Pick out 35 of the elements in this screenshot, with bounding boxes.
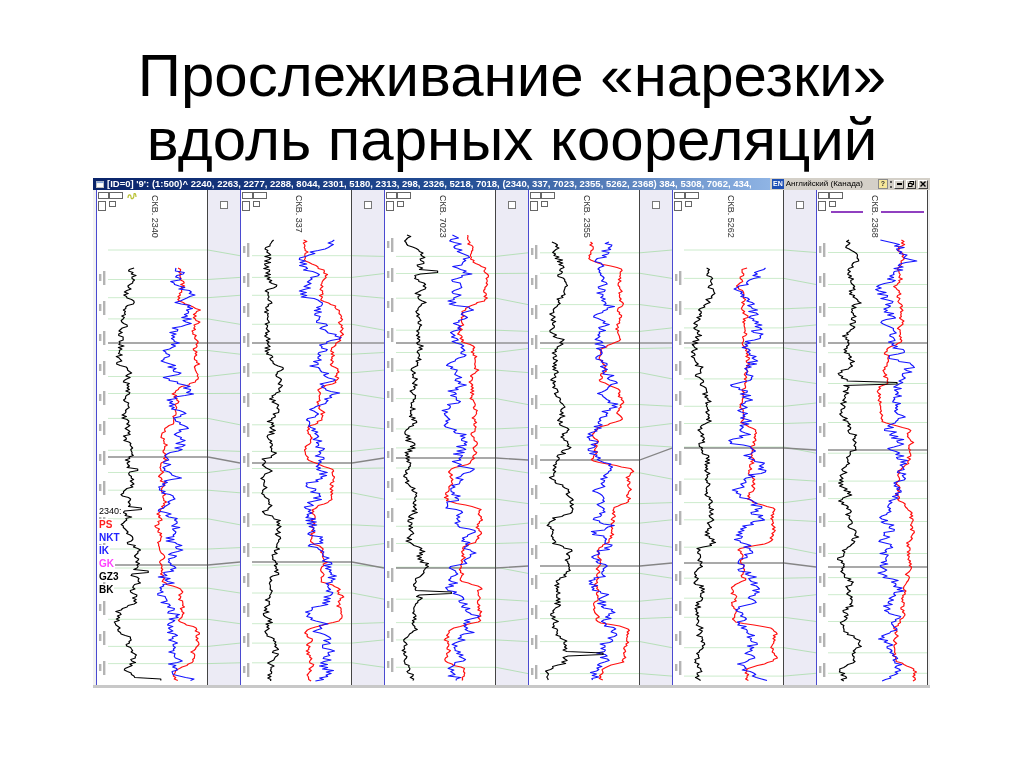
restore-button[interactable]	[906, 179, 916, 189]
well-name: СКВ. 5262	[725, 195, 736, 238]
slide-title: Прослеживание «нарезки» вдоль парных коореляций	[137, 44, 887, 172]
checkbox[interactable]	[220, 201, 228, 209]
minimize-icon	[896, 183, 902, 185]
checkbox[interactable]	[796, 201, 804, 209]
window-title: [ID=0] '9': (1:500)^ 2240, 2263, 2277, 2288, 8044, 2301, 5180, 2313, 298, 2326, 5218, 7018, (2340, 337, 7023, 2355, 5262, 2368) 384, 5308, 7062, 434,	[107, 178, 752, 190]
minimize-button[interactable]	[894, 179, 904, 189]
square-outlines-icon	[674, 192, 700, 211]
well-name: СКВ. 337	[293, 195, 304, 233]
curve-label: PS	[98, 519, 114, 530]
curve-label: IK	[98, 545, 110, 556]
checkbox[interactable]	[364, 201, 372, 209]
curve-label: BK	[98, 584, 115, 595]
square-outlines-icon	[530, 192, 556, 211]
language-name[interactable]: Английский (Канада)	[785, 178, 863, 190]
curve-label: GK	[98, 558, 115, 569]
curve-label: NKT	[98, 532, 121, 543]
curve-label: GZ3	[98, 571, 120, 582]
legend-title: 2340:	[98, 506, 123, 517]
squiggle-icon	[127, 193, 137, 200]
checkbox[interactable]	[652, 201, 660, 209]
well-name: СКВ. 7023	[437, 195, 448, 238]
square-outlines-icon	[98, 192, 124, 211]
square-outlines-icon	[818, 192, 844, 211]
well-name: СКВ. 2368	[869, 195, 880, 238]
square-outlines-icon	[386, 192, 412, 211]
close-icon	[920, 181, 926, 187]
well-name: СКВ. 2340	[149, 195, 160, 238]
square-outlines-icon	[242, 192, 268, 211]
well-name: СКВ. 2355	[581, 195, 592, 238]
window-icon	[96, 180, 104, 188]
restore-icon	[908, 181, 914, 187]
checkbox[interactable]	[508, 201, 516, 209]
close-button[interactable]	[918, 179, 928, 189]
